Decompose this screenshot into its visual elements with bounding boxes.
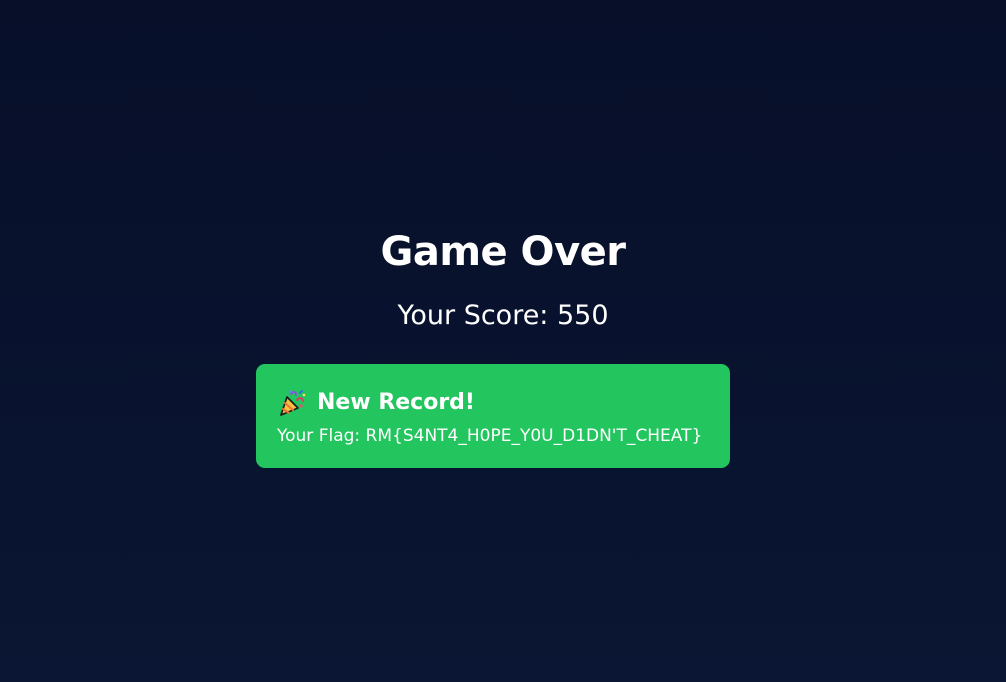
record-header: New Record!	[277, 386, 710, 420]
game-over-title: Game Over	[380, 229, 627, 275]
new-record-card: New Record! Your Flag: RM{S4NT4_H0PE_Y0U…	[256, 364, 730, 468]
party-popper-icon	[277, 388, 307, 418]
score-text: Your Score: 550	[397, 300, 609, 331]
flag-text: Your Flag: RM{S4NT4_H0PE_Y0U_D1DN'T_CHEA…	[277, 426, 703, 446]
game-over-screen: Game Over Your Score: 550 New Record! Yo…	[0, 0, 1006, 682]
new-record-title: New Record!	[317, 390, 475, 415]
